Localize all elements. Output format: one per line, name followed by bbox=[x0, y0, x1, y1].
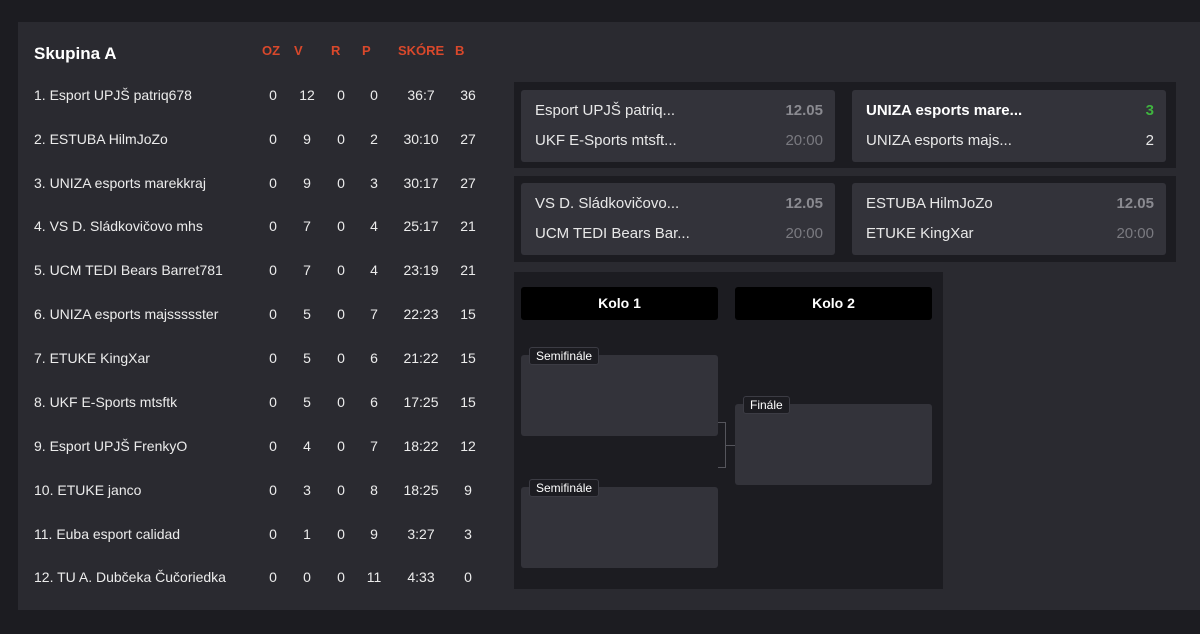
table-row[interactable]: 3. UNIZA esports marekkraj 0 9 0 3 30:17… bbox=[0, 175, 490, 195]
cell-points: 12 bbox=[460, 438, 476, 454]
cell-p: 6 bbox=[370, 350, 378, 366]
semifinal-label-2: Semifinále bbox=[529, 479, 600, 497]
cell-points: 27 bbox=[460, 175, 476, 191]
cell-p: 9 bbox=[370, 526, 378, 542]
final-label: Finále bbox=[743, 396, 790, 414]
column-header-v: V bbox=[294, 43, 303, 58]
round-header-1: Kolo 1 bbox=[521, 287, 718, 320]
team-name[interactable]: 10. ETUKE janco bbox=[34, 482, 141, 498]
cell-p: 2 bbox=[370, 131, 378, 147]
bracket-connector-link bbox=[726, 445, 735, 446]
match-team-away: UCM TEDI Bears Bar... bbox=[535, 225, 690, 242]
match-time: 20:00 bbox=[1116, 225, 1154, 242]
cell-p: 4 bbox=[370, 262, 378, 278]
match-card[interactable]: UNIZA esports mare... UNIZA esports majs… bbox=[852, 90, 1166, 162]
team-name[interactable]: 3. UNIZA esports marekkraj bbox=[34, 175, 206, 191]
cell-points: 0 bbox=[464, 569, 472, 585]
cell-p: 0 bbox=[370, 87, 378, 103]
team-name[interactable]: 6. UNIZA esports majssssster bbox=[34, 306, 218, 322]
team-name[interactable]: 12. TU A. Dubčeka Čučoriedka bbox=[34, 569, 226, 585]
cell-points: 36 bbox=[460, 87, 476, 103]
column-header-oz: OZ bbox=[262, 43, 281, 58]
team-name[interactable]: 4. VS D. Sládkovičovo mhs bbox=[34, 218, 203, 234]
match-team-away: ETUKE KingXar bbox=[866, 225, 974, 242]
final-slot[interactable] bbox=[735, 404, 932, 485]
match-card[interactable]: Esport UPJŠ patriq... UKF E-Sports mtsft… bbox=[521, 90, 835, 162]
column-header-points: B bbox=[455, 43, 465, 58]
playoff-bracket: Kolo 1 Kolo 2 Semifinále Semifinále Finá… bbox=[514, 272, 943, 589]
table-row[interactable]: 12. TU A. Dubčeka Čučoriedka 0 0 0 11 4:… bbox=[0, 569, 490, 589]
match-card[interactable]: ESTUBA HilmJoZo ETUKE KingXar 12.05 20:0… bbox=[852, 183, 1166, 255]
table-row[interactable]: 2. ESTUBA HilmJoZo 0 9 0 2 30:10 27 bbox=[0, 131, 490, 151]
match-team-home: ESTUBA HilmJoZo bbox=[866, 195, 993, 212]
team-name[interactable]: 2. ESTUBA HilmJoZo bbox=[34, 131, 168, 147]
table-row[interactable]: 7. ETUKE KingXar 0 5 0 6 21:22 15 bbox=[0, 350, 490, 370]
cell-p: 7 bbox=[370, 438, 378, 454]
cell-score: 25:17 bbox=[403, 218, 439, 234]
match-team-home: Esport UPJŠ patriq... bbox=[535, 102, 676, 119]
semifinal-slot-1[interactable] bbox=[521, 355, 718, 436]
match-date: 12.05 bbox=[785, 102, 823, 119]
table-row[interactable]: 6. UNIZA esports majssssster 0 5 0 7 22:… bbox=[0, 306, 490, 326]
cell-points: 3 bbox=[464, 526, 472, 542]
cell-points: 9 bbox=[464, 482, 472, 498]
column-header-p: P bbox=[362, 43, 371, 58]
cell-points: 27 bbox=[460, 131, 476, 147]
match-time: 20:00 bbox=[785, 225, 823, 242]
round-header-2: Kolo 2 bbox=[735, 287, 932, 320]
team-name[interactable]: 11. Euba esport calidad bbox=[34, 526, 180, 542]
cell-score: 18:25 bbox=[403, 482, 439, 498]
match-score-away: 2 bbox=[1145, 132, 1154, 149]
match-team-away: UNIZA esports majs... bbox=[866, 132, 1012, 149]
semifinal-slot-2[interactable] bbox=[521, 487, 718, 568]
cell-score: 4:33 bbox=[407, 569, 435, 585]
team-name[interactable]: 7. ETUKE KingXar bbox=[34, 350, 150, 366]
match-team-home: VS D. Sládkovičovo... bbox=[535, 195, 680, 212]
cell-p: 11 bbox=[366, 569, 382, 585]
bracket-connector bbox=[718, 422, 726, 468]
team-name[interactable]: 1. Esport UPJŠ patriq678 bbox=[34, 87, 192, 103]
match-date: 12.05 bbox=[1116, 195, 1154, 212]
cell-score: 23:19 bbox=[403, 262, 439, 278]
cell-p: 8 bbox=[370, 482, 378, 498]
match-team-away: UKF E-Sports mtsft... bbox=[535, 132, 677, 149]
table-row[interactable]: 1. Esport UPJŠ patriq678 0 12 0 0 36:7 3… bbox=[0, 87, 490, 107]
cell-p: 4 bbox=[370, 218, 378, 234]
match-date: 12.05 bbox=[785, 195, 823, 212]
cell-p: 7 bbox=[370, 306, 378, 322]
table-row[interactable]: 4. VS D. Sládkovičovo mhs 0 7 0 4 25:17 … bbox=[0, 218, 490, 238]
cell-score: 30:10 bbox=[403, 131, 439, 147]
match-score-home: 3 bbox=[1145, 102, 1154, 119]
table-row[interactable]: 11. Euba esport calidad 0 1 0 9 3:27 3 bbox=[0, 526, 490, 546]
match-team-home: UNIZA esports mare... bbox=[866, 102, 1023, 119]
table-row[interactable]: 9. Esport UPJŠ FrenkyO 0 4 0 7 18:22 12 bbox=[0, 438, 490, 458]
table-row[interactable]: 10. ETUKE janco 0 3 0 8 18:25 9 bbox=[0, 482, 490, 502]
cell-score: 22:23 bbox=[403, 306, 439, 322]
cell-score: 21:22 bbox=[403, 350, 439, 366]
team-name[interactable]: 8. UKF E-Sports mtsftk bbox=[34, 394, 177, 410]
column-header-score: SKÓRE bbox=[398, 43, 445, 58]
cell-p: 6 bbox=[370, 394, 378, 410]
table-row[interactable]: 8. UKF E-Sports mtsftk 0 5 0 6 17:25 15 bbox=[0, 394, 490, 414]
cell-p: 3 bbox=[370, 175, 378, 191]
cell-score: 3:27 bbox=[407, 526, 435, 542]
table-row[interactable]: 5. UCM TEDI Bears Barret781 0 7 0 4 23:1… bbox=[0, 262, 490, 282]
cell-points: 21 bbox=[460, 262, 476, 278]
cell-points: 15 bbox=[460, 306, 476, 322]
cell-score: 18:22 bbox=[403, 438, 439, 454]
cell-score: 17:25 bbox=[403, 394, 439, 410]
group-title: Skupina A bbox=[34, 44, 117, 63]
match-card[interactable]: VS D. Sládkovičovo... UCM TEDI Bears Bar… bbox=[521, 183, 835, 255]
team-name[interactable]: 9. Esport UPJŠ FrenkyO bbox=[34, 438, 187, 454]
team-name[interactable]: 5. UCM TEDI Bears Barret781 bbox=[34, 262, 223, 278]
cell-points: 15 bbox=[460, 394, 476, 410]
cell-points: 15 bbox=[460, 350, 476, 366]
match-time: 20:00 bbox=[785, 132, 823, 149]
cell-points: 21 bbox=[460, 218, 476, 234]
cell-score: 30:17 bbox=[403, 175, 439, 191]
cell-score: 36:7 bbox=[407, 87, 435, 103]
column-header-r: R bbox=[331, 43, 341, 58]
semifinal-label-1: Semifinále bbox=[529, 347, 600, 365]
